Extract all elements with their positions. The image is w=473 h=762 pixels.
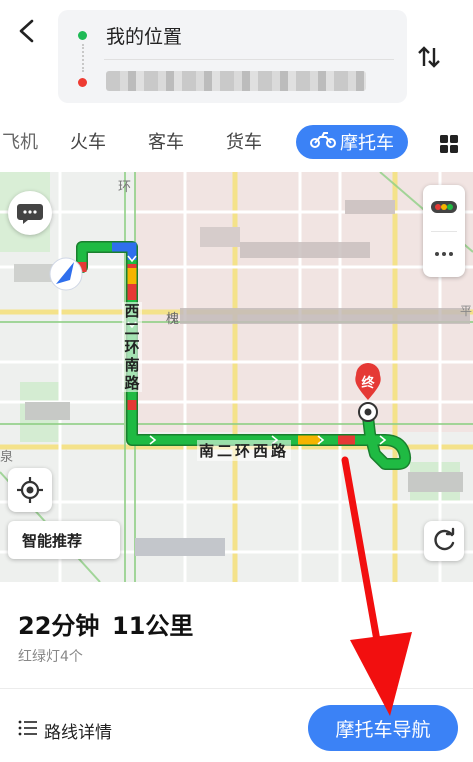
road-label-south: 南二环西路 bbox=[197, 440, 292, 461]
route-details-label: 路线详情 bbox=[44, 723, 112, 743]
refresh-icon[interactable] bbox=[424, 521, 464, 561]
back-chevron-icon[interactable] bbox=[14, 16, 40, 46]
map-text-quan: 泉 bbox=[0, 450, 14, 465]
divider bbox=[0, 688, 473, 689]
message-icon[interactable] bbox=[8, 191, 52, 235]
tab-plane-label: 飞机 bbox=[2, 132, 38, 153]
map-text-pin: 平 bbox=[460, 304, 473, 318]
route-summary-panel: 22分钟 11公里 红绿灯4个 路线详情 摩托车导航 bbox=[0, 582, 473, 762]
list-icon bbox=[18, 720, 38, 741]
origin-dot bbox=[78, 31, 87, 40]
smart-recommend-label: 智能推荐 bbox=[22, 531, 83, 550]
destination-field[interactable] bbox=[106, 71, 366, 91]
locate-icon[interactable] bbox=[8, 468, 52, 512]
motorcycle-navigation-button[interactable]: 摩托车导航 bbox=[308, 705, 458, 751]
grid-icon[interactable] bbox=[438, 133, 460, 155]
divider bbox=[104, 59, 394, 60]
map-text-huan: 环 bbox=[118, 180, 132, 195]
smart-recommend-button[interactable]: 智能推荐 bbox=[8, 521, 120, 559]
route-distance: 11公里 bbox=[112, 612, 194, 640]
tab-plane[interactable]: 飞机 bbox=[2, 128, 38, 154]
route-connector bbox=[82, 44, 84, 72]
destination-marker: 终 bbox=[361, 376, 375, 391]
more-dots-icon[interactable] bbox=[423, 231, 465, 277]
tab-motorcycle-label: 摩托车 bbox=[340, 133, 394, 154]
header: 我的位置 bbox=[0, 0, 473, 110]
traffic-light-icon[interactable] bbox=[423, 185, 465, 231]
tab-train[interactable]: 火车 bbox=[70, 128, 106, 154]
destination-dot bbox=[78, 78, 87, 87]
transport-tabs: 飞机 火车 客车 货车 摩托车 bbox=[0, 118, 473, 170]
map-tools bbox=[423, 185, 465, 277]
traffic-light-count: 红绿灯4个 bbox=[18, 649, 83, 665]
road-label-west: 西二环南路 bbox=[122, 302, 142, 392]
map-text-ji: 槐 bbox=[166, 312, 180, 327]
tab-coach[interactable]: 客车 bbox=[148, 128, 184, 154]
map-view[interactable]: 西二环南路 南二环西路 终 环 槐 泉 平 智能推荐 bbox=[0, 172, 473, 582]
motorcycle-icon bbox=[310, 131, 336, 153]
origin-field[interactable]: 我的位置 bbox=[106, 22, 182, 49]
swap-arrows-icon[interactable] bbox=[414, 42, 444, 72]
tab-motorcycle[interactable]: 摩托车 bbox=[296, 125, 408, 159]
route-duration: 22分钟 bbox=[18, 612, 100, 640]
route-card: 我的位置 bbox=[58, 10, 407, 103]
tab-truck[interactable]: 货车 bbox=[226, 128, 262, 154]
route-details-button[interactable]: 路线详情 bbox=[18, 718, 112, 743]
